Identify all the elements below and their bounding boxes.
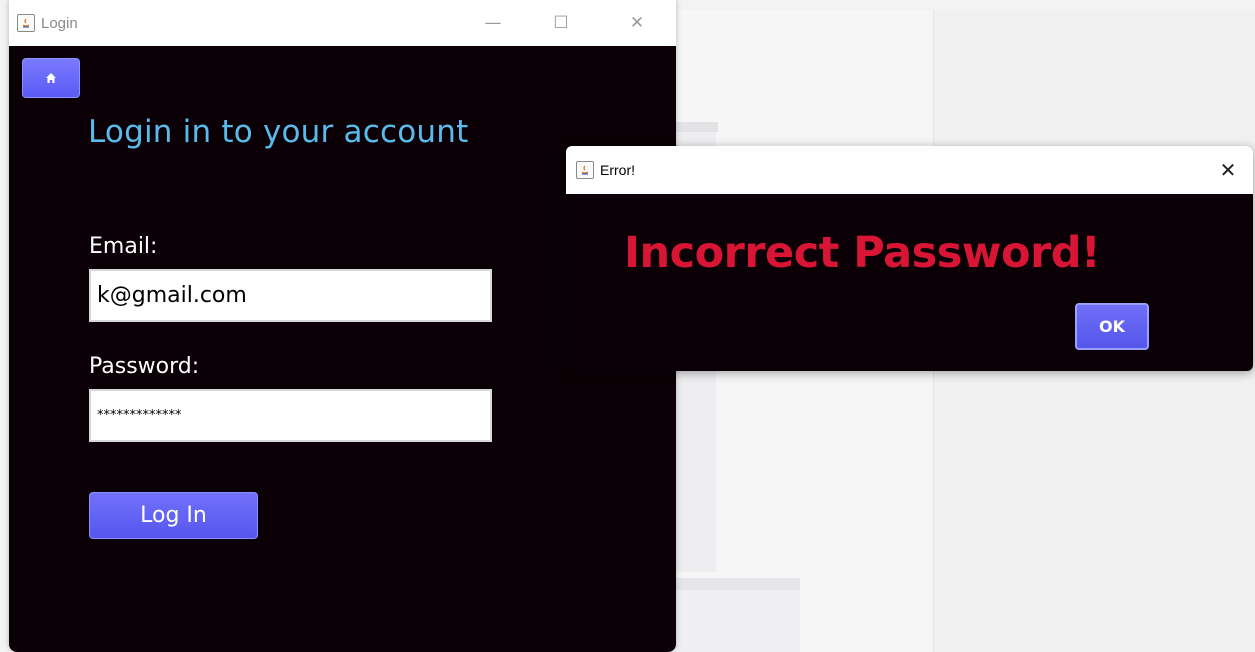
login-titlebar[interactable]: Login — ☐ ✕ [9,0,676,46]
window-title: Login [41,14,78,32]
error-titlebar[interactable]: Error! ✕ [566,146,1253,194]
close-icon[interactable]: ✕ [614,0,660,46]
java-app-icon [17,14,35,32]
background-strip [676,122,718,132]
home-icon [46,73,56,83]
email-label: Email: [89,234,158,259]
error-dialog: Error! ✕ Incorrect Password! OK [566,146,1253,371]
java-app-icon [576,161,594,179]
email-field[interactable]: k@gmail.com [89,269,492,322]
home-button[interactable] [22,58,80,98]
close-icon[interactable]: ✕ [1203,146,1253,194]
password-field[interactable]: ************* [89,389,492,442]
ok-button[interactable]: OK [1075,303,1149,350]
background-strip [676,578,800,590]
password-label: Password: [89,354,200,379]
dialog-title: Error! [600,162,635,178]
error-message: Incorrect Password! [624,228,1101,278]
login-button[interactable]: Log In [89,492,258,539]
background-strip [676,590,800,652]
page-title: Login in to your account [88,114,469,150]
maximize-icon[interactable]: ☐ [538,0,584,46]
minimize-icon[interactable]: — [470,0,516,46]
